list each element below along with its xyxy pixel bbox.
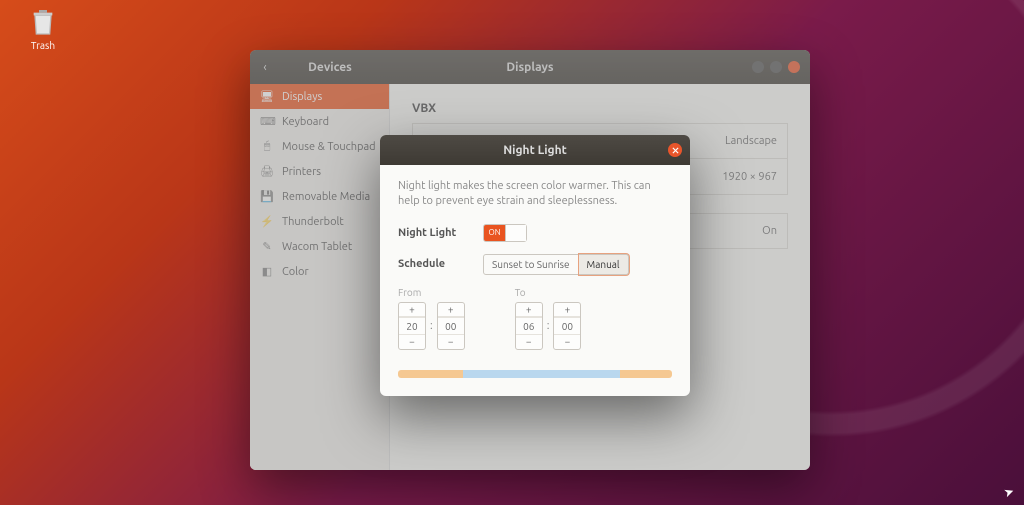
from-hour-value: 20	[399, 317, 425, 335]
to-min-value: 00	[554, 317, 580, 335]
timeline-warm-early	[398, 370, 463, 378]
colon: :	[547, 320, 550, 332]
toggle-knob	[505, 225, 526, 241]
plus-button[interactable]: +	[554, 303, 580, 317]
to-min-spinner[interactable]: + 00 −	[553, 302, 581, 350]
to-label: To	[515, 287, 582, 298]
minus-button[interactable]: −	[554, 335, 580, 349]
colon: :	[430, 320, 433, 332]
minus-button[interactable]: −	[516, 335, 542, 349]
to-time-group: To + 06 − : + 00 −	[515, 287, 582, 350]
nightlight-toggle-label: Night Light	[398, 227, 483, 239]
dialog-close-button[interactable]	[668, 143, 682, 157]
schedule-sunset-button[interactable]: Sunset to Sunrise	[483, 254, 579, 275]
from-time-group: From + 20 − : + 00 −	[398, 287, 465, 350]
dialog-title: Night Light	[503, 144, 567, 157]
timeline-bar	[398, 370, 672, 378]
schedule-label: Schedule	[398, 258, 483, 270]
minus-button[interactable]: −	[399, 335, 425, 349]
timeline-warm-late	[620, 370, 672, 378]
plus-button[interactable]: +	[516, 303, 542, 317]
to-hour-spinner[interactable]: + 06 −	[515, 302, 543, 350]
nightlight-toggle[interactable]: ON	[483, 224, 527, 242]
cursor-icon: ➤	[1002, 484, 1016, 501]
schedule-manual-button[interactable]: Manual	[579, 254, 629, 275]
timeline-cool	[463, 370, 620, 378]
dialog-description: Night light makes the screen color warme…	[398, 179, 672, 210]
plus-button[interactable]: +	[399, 303, 425, 317]
from-min-spinner[interactable]: + 00 −	[437, 302, 465, 350]
from-min-value: 00	[438, 317, 464, 335]
toggle-state: ON	[484, 225, 505, 241]
nightlight-dialog: Night Light Night light makes the screen…	[380, 135, 690, 396]
from-hour-spinner[interactable]: + 20 −	[398, 302, 426, 350]
dialog-titlebar: Night Light	[380, 135, 690, 165]
trash-label: Trash	[18, 40, 68, 51]
from-label: From	[398, 287, 465, 298]
plus-button[interactable]: +	[438, 303, 464, 317]
to-hour-value: 06	[516, 317, 542, 335]
trash-icon[interactable]: Trash	[18, 6, 68, 51]
minus-button[interactable]: −	[438, 335, 464, 349]
